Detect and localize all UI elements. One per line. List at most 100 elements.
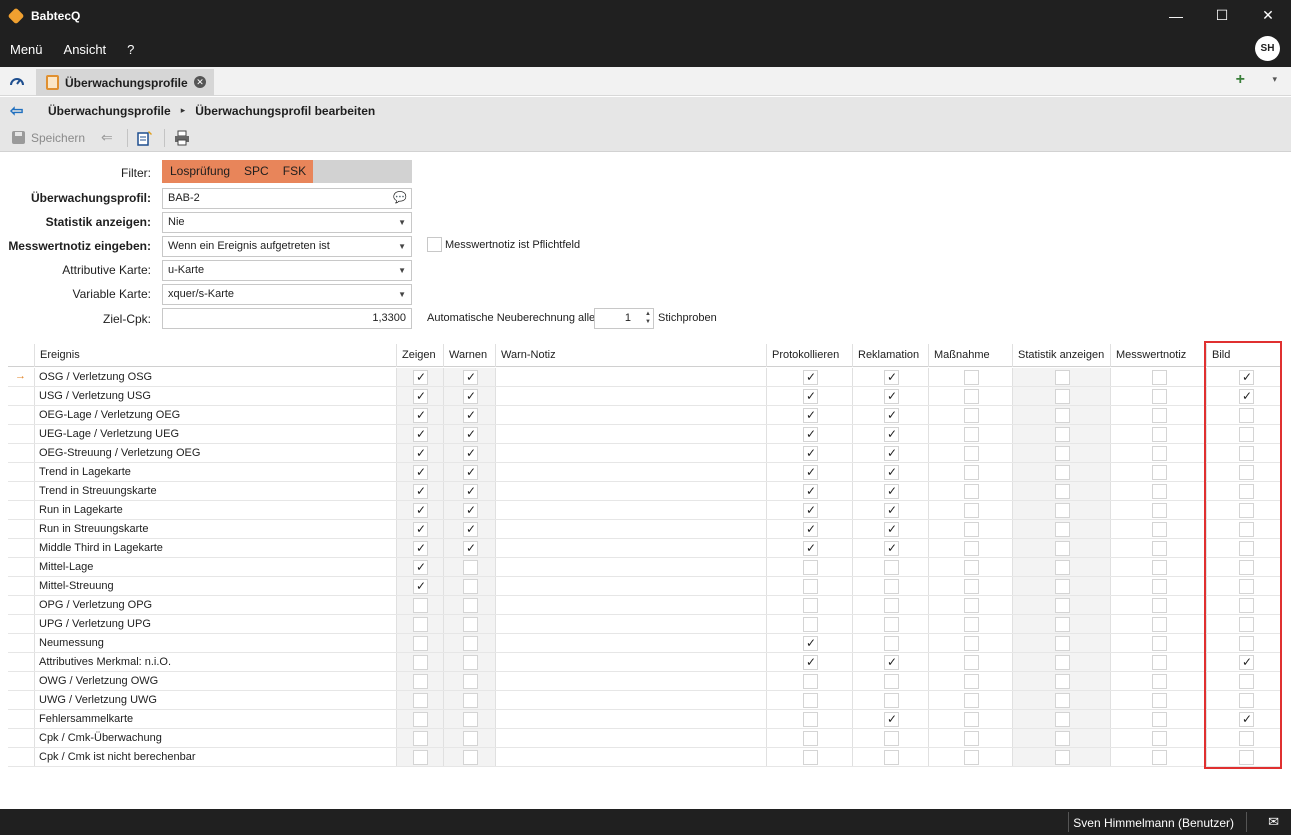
zeigen-checkbox[interactable] [413, 522, 428, 537]
bild-checkbox[interactable] [1239, 503, 1254, 518]
messwertnotiz-checkbox[interactable] [1152, 693, 1167, 708]
massnahme-checkbox[interactable] [964, 712, 979, 727]
zeigen-checkbox[interactable] [413, 370, 428, 385]
table-row[interactable]: UPG / Verletzung UPG [8, 615, 1280, 634]
mail-icon[interactable]: ✉ [1268, 814, 1279, 830]
warn-note-cell[interactable] [495, 615, 766, 633]
bild-checkbox[interactable] [1239, 598, 1254, 613]
statistik-checkbox[interactable] [1055, 370, 1070, 385]
column-header-statistics[interactable]: Statistik anzeigen [1012, 344, 1110, 367]
protokollieren-checkbox[interactable] [803, 617, 818, 632]
warnen-checkbox[interactable] [463, 750, 478, 765]
column-header-event[interactable]: Ereignis [34, 344, 396, 367]
attr-chart-dropdown[interactable]: u-Karte ▼ [162, 260, 412, 281]
protokollieren-checkbox[interactable] [803, 370, 818, 385]
cpk-field[interactable]: 1,3300 [162, 308, 412, 329]
recalc-stepper[interactable]: 1 ▲ ▼ [594, 308, 654, 329]
table-row[interactable]: Attributives Merkmal: n.i.O. [8, 653, 1280, 672]
zeigen-checkbox[interactable] [413, 541, 428, 556]
warnen-checkbox[interactable] [463, 408, 478, 423]
protokollieren-checkbox[interactable] [803, 693, 818, 708]
messwertnotiz-checkbox[interactable] [1152, 370, 1167, 385]
filter-chip-fsk[interactable]: FSK [275, 160, 314, 183]
massnahme-checkbox[interactable] [964, 503, 979, 518]
messwertnotiz-checkbox[interactable] [1152, 465, 1167, 480]
statistik-checkbox[interactable] [1055, 560, 1070, 575]
massnahme-checkbox[interactable] [964, 617, 979, 632]
warn-note-cell[interactable] [495, 463, 766, 481]
statistik-checkbox[interactable] [1055, 446, 1070, 461]
note-required-checkbox[interactable]: Messwertnotiz ist Pflichtfeld [427, 237, 580, 252]
protokollieren-checkbox[interactable] [803, 674, 818, 689]
edit-document-icon[interactable] [136, 129, 154, 147]
column-header-image[interactable]: Bild [1206, 344, 1280, 367]
statistik-checkbox[interactable] [1055, 389, 1070, 404]
messwertnotiz-checkbox[interactable] [1152, 712, 1167, 727]
warnen-checkbox[interactable] [463, 522, 478, 537]
protokollieren-checkbox[interactable] [803, 560, 818, 575]
protokollieren-checkbox[interactable] [803, 484, 818, 499]
warn-note-cell[interactable] [495, 672, 766, 690]
reklamation-checkbox[interactable] [884, 598, 899, 613]
menu-item-menu[interactable]: Menü [10, 42, 43, 57]
profile-field[interactable]: BAB-2 💬 [162, 188, 412, 209]
stats-dropdown[interactable]: Nie ▼ [162, 212, 412, 233]
bild-checkbox[interactable] [1239, 655, 1254, 670]
table-row[interactable]: Run in Lagekarte [8, 501, 1280, 520]
reklamation-checkbox[interactable] [884, 389, 899, 404]
comment-icon[interactable]: 💬 [393, 189, 407, 208]
zeigen-checkbox[interactable] [413, 636, 428, 651]
warn-note-cell[interactable] [495, 634, 766, 652]
bild-checkbox[interactable] [1239, 370, 1254, 385]
warn-note-cell[interactable] [495, 729, 766, 747]
table-row[interactable]: Trend in Lagekarte [8, 463, 1280, 482]
statistik-checkbox[interactable] [1055, 636, 1070, 651]
massnahme-checkbox[interactable] [964, 389, 979, 404]
messwertnotiz-checkbox[interactable] [1152, 750, 1167, 765]
print-icon[interactable] [173, 129, 191, 147]
protokollieren-checkbox[interactable] [803, 427, 818, 442]
reklamation-checkbox[interactable] [884, 408, 899, 423]
protokollieren-checkbox[interactable] [803, 655, 818, 670]
protokollieren-checkbox[interactable] [803, 503, 818, 518]
massnahme-checkbox[interactable] [964, 427, 979, 442]
massnahme-checkbox[interactable] [964, 370, 979, 385]
reklamation-checkbox[interactable] [884, 427, 899, 442]
protokollieren-checkbox[interactable] [803, 731, 818, 746]
massnahme-checkbox[interactable] [964, 560, 979, 575]
table-row[interactable]: OEG-Streuung / Verletzung OEG [8, 444, 1280, 463]
protokollieren-checkbox[interactable] [803, 541, 818, 556]
back-arrow-icon[interactable]: ⇦ [10, 101, 30, 121]
statistik-checkbox[interactable] [1055, 579, 1070, 594]
table-row[interactable]: Cpk / Cmk-Überwachung [8, 729, 1280, 748]
warnen-checkbox[interactable] [463, 503, 478, 518]
statistik-checkbox[interactable] [1055, 731, 1070, 746]
statistik-checkbox[interactable] [1055, 750, 1070, 765]
warnen-checkbox[interactable] [463, 484, 478, 499]
bild-checkbox[interactable] [1239, 522, 1254, 537]
tab-menu-chevron-icon[interactable]: ▾ [1272, 74, 1277, 85]
column-header-show[interactable]: Zeigen [396, 344, 443, 367]
stepper-arrows-icon[interactable]: ▲ ▼ [645, 310, 651, 326]
messwertnotiz-checkbox[interactable] [1152, 446, 1167, 461]
warnen-checkbox[interactable] [463, 446, 478, 461]
warn-note-cell[interactable] [495, 558, 766, 576]
warnen-checkbox[interactable] [463, 389, 478, 404]
bild-checkbox[interactable] [1239, 579, 1254, 594]
massnahme-checkbox[interactable] [964, 598, 979, 613]
messwertnotiz-checkbox[interactable] [1152, 408, 1167, 423]
zeigen-checkbox[interactable] [413, 408, 428, 423]
add-tab-button[interactable]: + [1236, 71, 1245, 89]
messwertnotiz-checkbox[interactable] [1152, 655, 1167, 670]
statistik-checkbox[interactable] [1055, 465, 1070, 480]
messwertnotiz-checkbox[interactable] [1152, 541, 1167, 556]
protokollieren-checkbox[interactable] [803, 389, 818, 404]
messwertnotiz-checkbox[interactable] [1152, 427, 1167, 442]
zeigen-checkbox[interactable] [413, 427, 428, 442]
warn-note-cell[interactable] [495, 444, 766, 462]
zeigen-checkbox[interactable] [413, 750, 428, 765]
undo-icon[interactable]: ⇐ [101, 129, 113, 146]
massnahme-checkbox[interactable] [964, 655, 979, 670]
warn-note-cell[interactable] [495, 425, 766, 443]
reklamation-checkbox[interactable] [884, 693, 899, 708]
